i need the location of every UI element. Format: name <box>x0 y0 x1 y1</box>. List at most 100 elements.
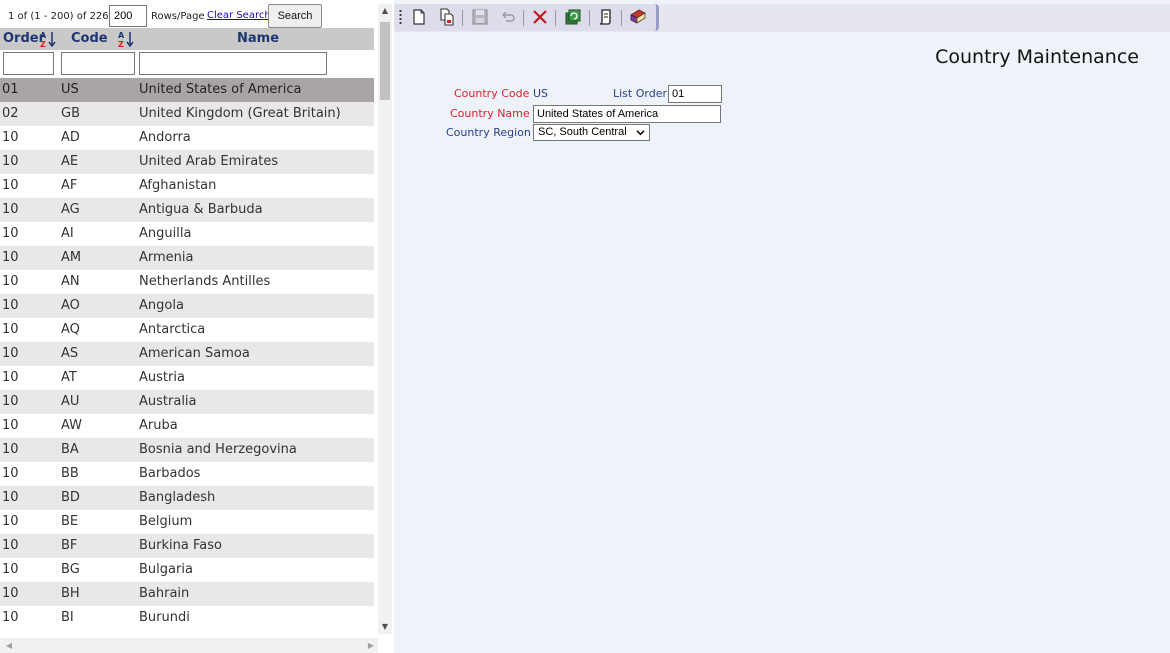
cell-code: AQ <box>61 322 80 337</box>
cell-code: AT <box>61 370 77 385</box>
cell-order: 10 <box>2 226 19 241</box>
sort-az-icon[interactable]: A Z <box>40 30 56 48</box>
table-row[interactable]: 10 AI Anguilla <box>0 222 374 246</box>
column-header-code[interactable]: Code <box>71 31 108 46</box>
svg-text:Z: Z <box>40 40 46 48</box>
cell-order: 10 <box>2 250 19 265</box>
table-row[interactable]: 10 BB Barbados <box>0 462 374 486</box>
table-row[interactable]: 01 US United States of America <box>0 78 374 102</box>
svg-text:A: A <box>118 31 125 40</box>
cell-order: 10 <box>2 394 19 409</box>
cell-code: GB <box>61 106 80 121</box>
cell-name: United States of America <box>139 82 302 97</box>
cell-order: 10 <box>2 418 19 433</box>
cell-order: 10 <box>2 274 19 289</box>
delete-icon[interactable] <box>530 7 550 27</box>
cell-name: Burundi <box>139 610 190 625</box>
country-name-input[interactable] <box>533 105 721 123</box>
country-name-label: Country Name <box>450 107 530 120</box>
save-icon[interactable] <box>470 7 490 27</box>
scroll-left-icon[interactable]: ◀ <box>2 638 16 653</box>
table-row[interactable]: 10 AO Angola <box>0 294 374 318</box>
table-row[interactable]: 10 AW Aruba <box>0 414 374 438</box>
undo-icon[interactable] <box>498 7 518 27</box>
cell-code: BG <box>61 562 80 577</box>
table-row[interactable]: 10 AD Andorra <box>0 126 374 150</box>
cell-code: BB <box>61 466 79 481</box>
svg-text:Z: Z <box>118 40 124 48</box>
cell-code: BF <box>61 538 78 553</box>
cell-order: 10 <box>2 322 19 337</box>
table-row[interactable]: 10 AQ Antarctica <box>0 318 374 342</box>
sort-az-icon[interactable]: A Z <box>118 30 134 48</box>
cell-code: AE <box>61 154 79 169</box>
clear-search-link[interactable]: Clear Search <box>207 10 271 21</box>
table-row[interactable]: 10 AN Netherlands Antilles <box>0 270 374 294</box>
rows-per-page-input[interactable] <box>109 5 147 27</box>
refresh-icon[interactable] <box>563 7 583 27</box>
cell-name: Bulgaria <box>139 562 193 577</box>
cell-code: BE <box>61 514 79 529</box>
country-code-label: Country Code <box>454 87 530 100</box>
table-row[interactable]: 02 GB United Kingdom (Great Britain) <box>0 102 374 126</box>
report-icon[interactable] <box>596 7 616 27</box>
scroll-thumb[interactable] <box>380 22 390 100</box>
cell-order: 10 <box>2 346 19 361</box>
table-row[interactable]: 10 BG Bulgaria <box>0 558 374 582</box>
grid-header: Order A Z Code A Z Name <box>0 28 374 50</box>
table-row[interactable]: 10 BH Bahrain <box>0 582 374 606</box>
table-row[interactable]: 10 AE United Arab Emirates <box>0 150 374 174</box>
toolbar-grip-icon[interactable] <box>399 9 402 26</box>
table-row[interactable]: 10 AS American Samoa <box>0 342 374 366</box>
page-title: Country Maintenance <box>935 46 1139 68</box>
horizontal-scrollbar[interactable]: ◀ ▶ <box>0 638 378 653</box>
table-row[interactable]: 10 AG Antigua & Barbuda <box>0 198 374 222</box>
table-row[interactable]: 10 BE Belgium <box>0 510 374 534</box>
cell-name: Antarctica <box>139 322 206 337</box>
pager-bar: 1 of (1 - 200) of 226 at Rows/Page Clear… <box>0 4 380 28</box>
table-row[interactable]: 10 AU Australia <box>0 390 374 414</box>
toolbar <box>395 4 659 31</box>
new-icon[interactable] <box>409 7 429 27</box>
help-book-icon[interactable] <box>628 7 648 27</box>
country-region-value: SC, South Central <box>538 126 627 138</box>
cell-order: 10 <box>2 178 19 193</box>
toolbar-separator <box>555 10 556 26</box>
cell-name: Australia <box>139 394 197 409</box>
cell-order: 10 <box>2 202 19 217</box>
copy-icon[interactable] <box>437 7 457 27</box>
cell-code: BD <box>61 490 80 505</box>
table-row[interactable]: 10 BF Burkina Faso <box>0 534 374 558</box>
search-button[interactable]: Search <box>268 4 322 28</box>
cell-name: United Arab Emirates <box>139 154 279 169</box>
cell-name: Bosnia and Herzegovina <box>139 442 297 457</box>
column-header-order[interactable]: Order <box>3 31 45 46</box>
table-row[interactable]: 10 BI Burundi <box>0 606 374 630</box>
chevron-down-icon <box>636 130 645 136</box>
column-header-name[interactable]: Name <box>237 31 279 46</box>
cell-order: 01 <box>2 82 19 97</box>
list-order-input[interactable] <box>668 85 722 103</box>
table-row[interactable]: 10 AM Armenia <box>0 246 374 270</box>
vertical-scrollbar[interactable]: ▲ ▼ <box>378 4 392 634</box>
cell-order: 10 <box>2 514 19 529</box>
code-filter-input[interactable] <box>61 52 135 75</box>
toolbar-separator <box>523 10 524 26</box>
scroll-up-icon[interactable]: ▲ <box>378 4 392 18</box>
table-row[interactable]: 10 AF Afghanistan <box>0 174 374 198</box>
country-region-label: Country Region <box>446 126 531 139</box>
cell-code: AW <box>61 418 83 433</box>
detail-pane: Country Maintenance Country Code US List… <box>394 0 1170 653</box>
cell-code: BI <box>61 610 74 625</box>
table-row[interactable]: 10 BA Bosnia and Herzegovina <box>0 438 374 462</box>
country-region-select[interactable]: SC, South Central <box>533 124 650 141</box>
cell-name: Afghanistan <box>139 178 217 193</box>
table-row[interactable]: 10 AT Austria <box>0 366 374 390</box>
scroll-down-icon[interactable]: ▼ <box>378 620 392 634</box>
cell-order: 10 <box>2 154 19 169</box>
scroll-right-icon[interactable]: ▶ <box>364 638 378 653</box>
order-filter-input[interactable] <box>3 52 54 75</box>
cell-name: Aruba <box>139 418 178 433</box>
table-row[interactable]: 10 BD Bangladesh <box>0 486 374 510</box>
name-filter-input[interactable] <box>139 52 327 75</box>
